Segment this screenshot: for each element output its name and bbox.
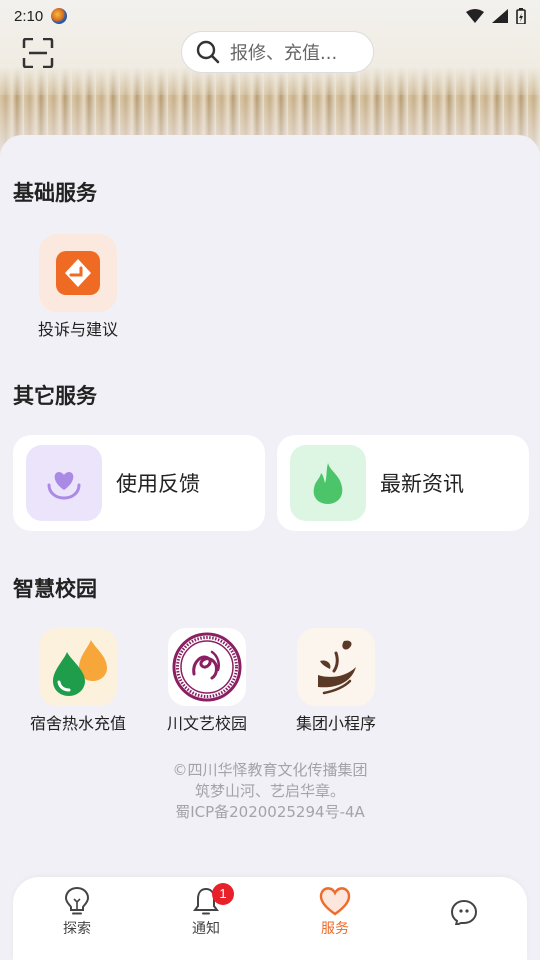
complaint-tile[interactable] (39, 234, 117, 312)
group-logo-icon (318, 640, 356, 695)
news-label: 最新资讯 (380, 472, 464, 496)
footer-copyright: ©四川华怿教育文化传播集团 (172, 761, 368, 779)
scan-icon (22, 37, 54, 69)
tab-explore-label: 探索 (63, 921, 91, 937)
feedback-heart-icon (47, 472, 81, 500)
campus-tile[interactable] (168, 628, 246, 706)
group-app-label: 集团小程序 (295, 714, 376, 733)
university-seal-icon (172, 632, 242, 702)
group-app-tile[interactable] (297, 628, 375, 706)
tab-explore[interactable]: 探索 (32, 877, 122, 947)
signal-icon (492, 9, 508, 23)
complaint-icon (56, 251, 100, 295)
search-placeholder: 报修、充值... (230, 43, 338, 64)
notification-badge: 1 (212, 883, 234, 905)
battery-icon (516, 8, 526, 24)
tab-profile[interactable] (419, 877, 509, 947)
tab-notifications-label: 通知 (192, 921, 220, 937)
app-notification-icon (51, 8, 68, 24)
campus-label: 川文艺校园 (166, 714, 247, 733)
bottom-tab-bar: 探索 通知 1 服务 (13, 877, 527, 960)
status-bar: 2:10 (0, 0, 540, 32)
heart-icon (319, 887, 351, 916)
lightbulb-icon (64, 886, 90, 915)
status-icons (466, 8, 526, 24)
scan-button[interactable] (22, 37, 54, 69)
complaint-label: 投诉与建议 (37, 320, 118, 339)
tab-services-label: 服务 (321, 921, 349, 937)
tab-services[interactable]: 服务 (290, 877, 380, 947)
hot-water-tile[interactable] (39, 628, 117, 706)
feedback-icon-tile (26, 445, 102, 521)
footer-icp[interactable]: 蜀ICP备2020025294号-4A (0, 801, 540, 822)
tab-notifications[interactable]: 通知 1 (161, 877, 251, 947)
wifi-icon (466, 9, 484, 23)
news-card[interactable]: 最新资讯 (277, 435, 529, 531)
search-bar[interactable]: 报修、充值... (181, 31, 374, 73)
section-title-other: 其它服务 (13, 384, 97, 408)
feedback-label: 使用反馈 (116, 472, 200, 496)
feedback-card[interactable]: 使用反馈 (13, 435, 265, 531)
search-icon (196, 40, 220, 64)
section-title-campus: 智慧校园 (13, 577, 97, 601)
news-icon-tile (290, 445, 366, 521)
fire-icon (313, 463, 343, 504)
status-time: 2:10 (14, 7, 44, 25)
water-drops-icon (53, 640, 107, 696)
footer-slogan: 筑梦山河、艺启华章。 (194, 782, 345, 800)
section-title-basic: 基础服务 (13, 181, 97, 205)
hot-water-label: 宿舍热水充值 (29, 714, 126, 733)
chat-bubble-icon (450, 899, 478, 925)
